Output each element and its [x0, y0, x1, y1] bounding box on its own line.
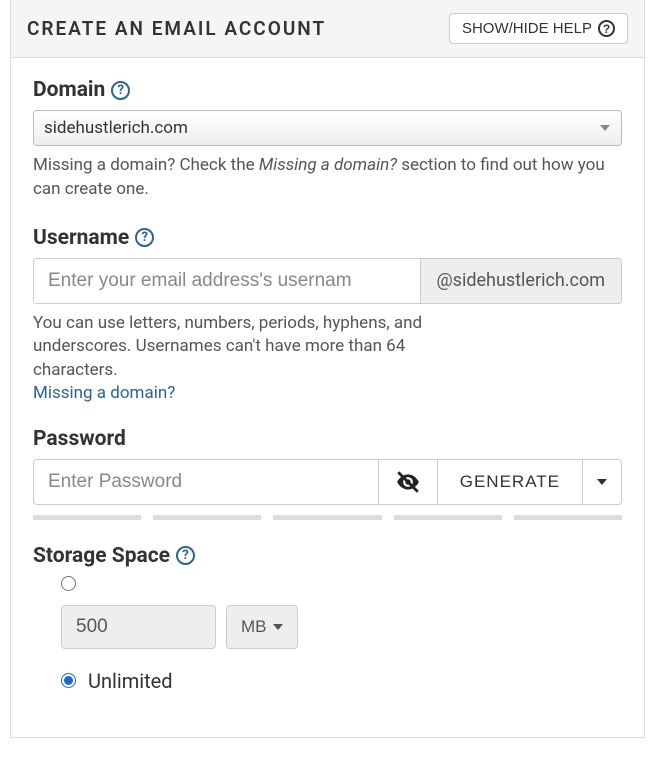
storage-fixed-inputs: MB [61, 605, 622, 649]
question-icon: ? [598, 20, 615, 37]
missing-domain-link[interactable]: Missing a domain? [33, 383, 175, 403]
domain-label: Domain [33, 78, 105, 102]
storage-group: Storage Space ? MB Unlimited [33, 544, 622, 693]
create-email-panel: Create an Email Account SHOW/HIDE HELP ?… [10, 0, 645, 738]
generate-password-button[interactable]: GENERATE [438, 459, 583, 505]
storage-unlimited-label: Unlimited [88, 669, 173, 693]
domain-group: Domain ? sidehustlerich.com Missing a do… [33, 78, 622, 202]
eye-slash-icon [395, 469, 421, 495]
username-hint: You can use letters, numbers, periods, h… [33, 312, 453, 383]
domain-select-wrap: sidehustlerich.com [33, 110, 622, 146]
domain-select[interactable]: sidehustlerich.com [33, 110, 622, 146]
username-input-group: @sidehustlerich.com [33, 258, 622, 304]
storage-fixed-radio[interactable] [61, 576, 76, 591]
storage-unlimited-radio[interactable] [61, 673, 76, 688]
strength-segment [394, 515, 502, 520]
storage-label: Storage Space [33, 544, 170, 568]
chevron-down-icon [273, 624, 283, 630]
storage-unlimited-option: Unlimited [61, 669, 622, 693]
storage-amount-input[interactable] [61, 605, 216, 649]
strength-segment [273, 515, 381, 520]
storage-fixed-option [61, 576, 622, 591]
username-group: Username ? @sidehustlerich.com You can u… [33, 226, 622, 403]
strength-segment [33, 515, 141, 520]
chevron-down-icon [597, 479, 607, 485]
storage-unit-dropdown[interactable]: MB [226, 605, 298, 649]
toggle-password-visibility-button[interactable] [379, 459, 438, 505]
username-domain-suffix: @sidehustlerich.com [420, 259, 622, 303]
help-button-label: SHOW/HIDE HELP [462, 20, 592, 37]
password-options-dropdown-button[interactable] [583, 459, 622, 505]
password-strength-meter [33, 515, 622, 520]
panel-body: Domain ? sidehustlerich.com Missing a do… [11, 58, 644, 737]
strength-segment [514, 515, 622, 520]
show-hide-help-button[interactable]: SHOW/HIDE HELP ? [449, 13, 628, 44]
password-label: Password [33, 427, 126, 451]
domain-hint: Missing a domain? Check the Missing a do… [33, 154, 622, 202]
username-label: Username [33, 226, 129, 250]
panel-header: Create an Email Account SHOW/HIDE HELP ? [11, 0, 644, 58]
page-title: Create an Email Account [27, 17, 326, 40]
help-icon[interactable]: ? [176, 546, 195, 565]
help-icon[interactable]: ? [111, 81, 130, 100]
password-group: Password GENERATE [33, 427, 622, 520]
storage-unit-label: MB [241, 617, 267, 637]
help-icon[interactable]: ? [135, 228, 154, 247]
password-input-group: GENERATE [33, 459, 622, 505]
strength-segment [153, 515, 261, 520]
username-input[interactable] [34, 259, 420, 303]
password-input[interactable] [33, 459, 379, 505]
